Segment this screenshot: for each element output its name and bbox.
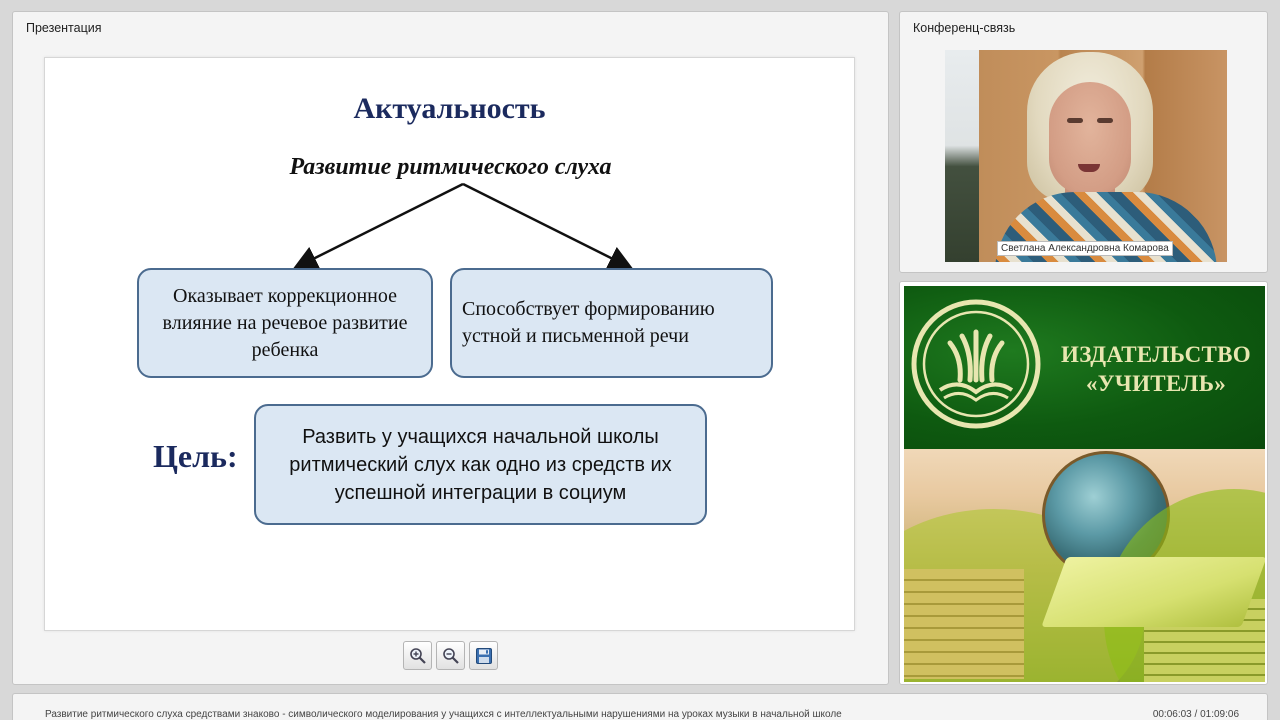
video-background (945, 50, 979, 262)
arrow-right (462, 182, 634, 270)
publisher-name-line2: «УЧИТЕЛЬ» (1085, 371, 1227, 396)
participant-name-label: Светлана Александровна Комарова (997, 241, 1173, 256)
zoom-out-icon (442, 647, 459, 664)
conference-panel: Конференц-связь Светлана Александровна К… (899, 11, 1268, 273)
slide-box-right: Способствует формированию устной и письм… (450, 268, 773, 378)
presentation-slide: Актуальность Развитие ритмического слуха… (44, 57, 855, 631)
zoom-in-button[interactable] (403, 641, 432, 670)
arrow-left (292, 182, 464, 270)
zoom-out-button[interactable] (436, 641, 465, 670)
presentation-toolbar (403, 641, 498, 670)
publisher-name-line1: ИЗДАТЕЛЬСТВО (1061, 342, 1251, 367)
video-person-face (1049, 82, 1131, 194)
participant-video[interactable]: Светлана Александровна Комарова (945, 50, 1227, 262)
publisher-logo-icon (911, 299, 1041, 429)
save-icon (475, 647, 492, 664)
publisher-banner-top: ИЗДАТЕЛЬСТВО «УЧИТЕЛЬ» (904, 286, 1265, 449)
save-button[interactable] (469, 641, 498, 670)
publisher-banner-image (904, 449, 1265, 682)
conference-panel-title: Конференц-связь (913, 21, 1016, 35)
footer-bar: Развитие ритмического слуха средствами з… (12, 693, 1268, 720)
open-book-icon (1041, 557, 1265, 627)
zoom-in-icon (409, 647, 426, 664)
slide-subtitle: Развитие ритмического слуха (289, 154, 612, 180)
slide-box-left: Оказывает коррекционное влияние на речев… (137, 268, 433, 378)
playback-time: 00:06:03 / 01:09:06 (1152, 709, 1239, 720)
publisher-banner[interactable]: ИЗДАТЕЛЬСТВО «УЧИТЕЛЬ» (899, 281, 1268, 685)
presentation-panel-title: Презентация (26, 21, 102, 35)
webinar-title: Развитие ритмического слуха средствами з… (45, 709, 842, 720)
slide-goal-box: Развить у учащихся начальной школы ритми… (254, 404, 707, 525)
books-stack-left (904, 569, 1024, 679)
slide-title: Актуальность (353, 92, 546, 125)
presentation-panel: Презентация Актуальность Развитие ритмич… (12, 11, 889, 685)
video-person-eye-left (1067, 118, 1083, 123)
video-person-eye-right (1097, 118, 1113, 123)
slide-goal-label: Цель: (153, 438, 238, 474)
